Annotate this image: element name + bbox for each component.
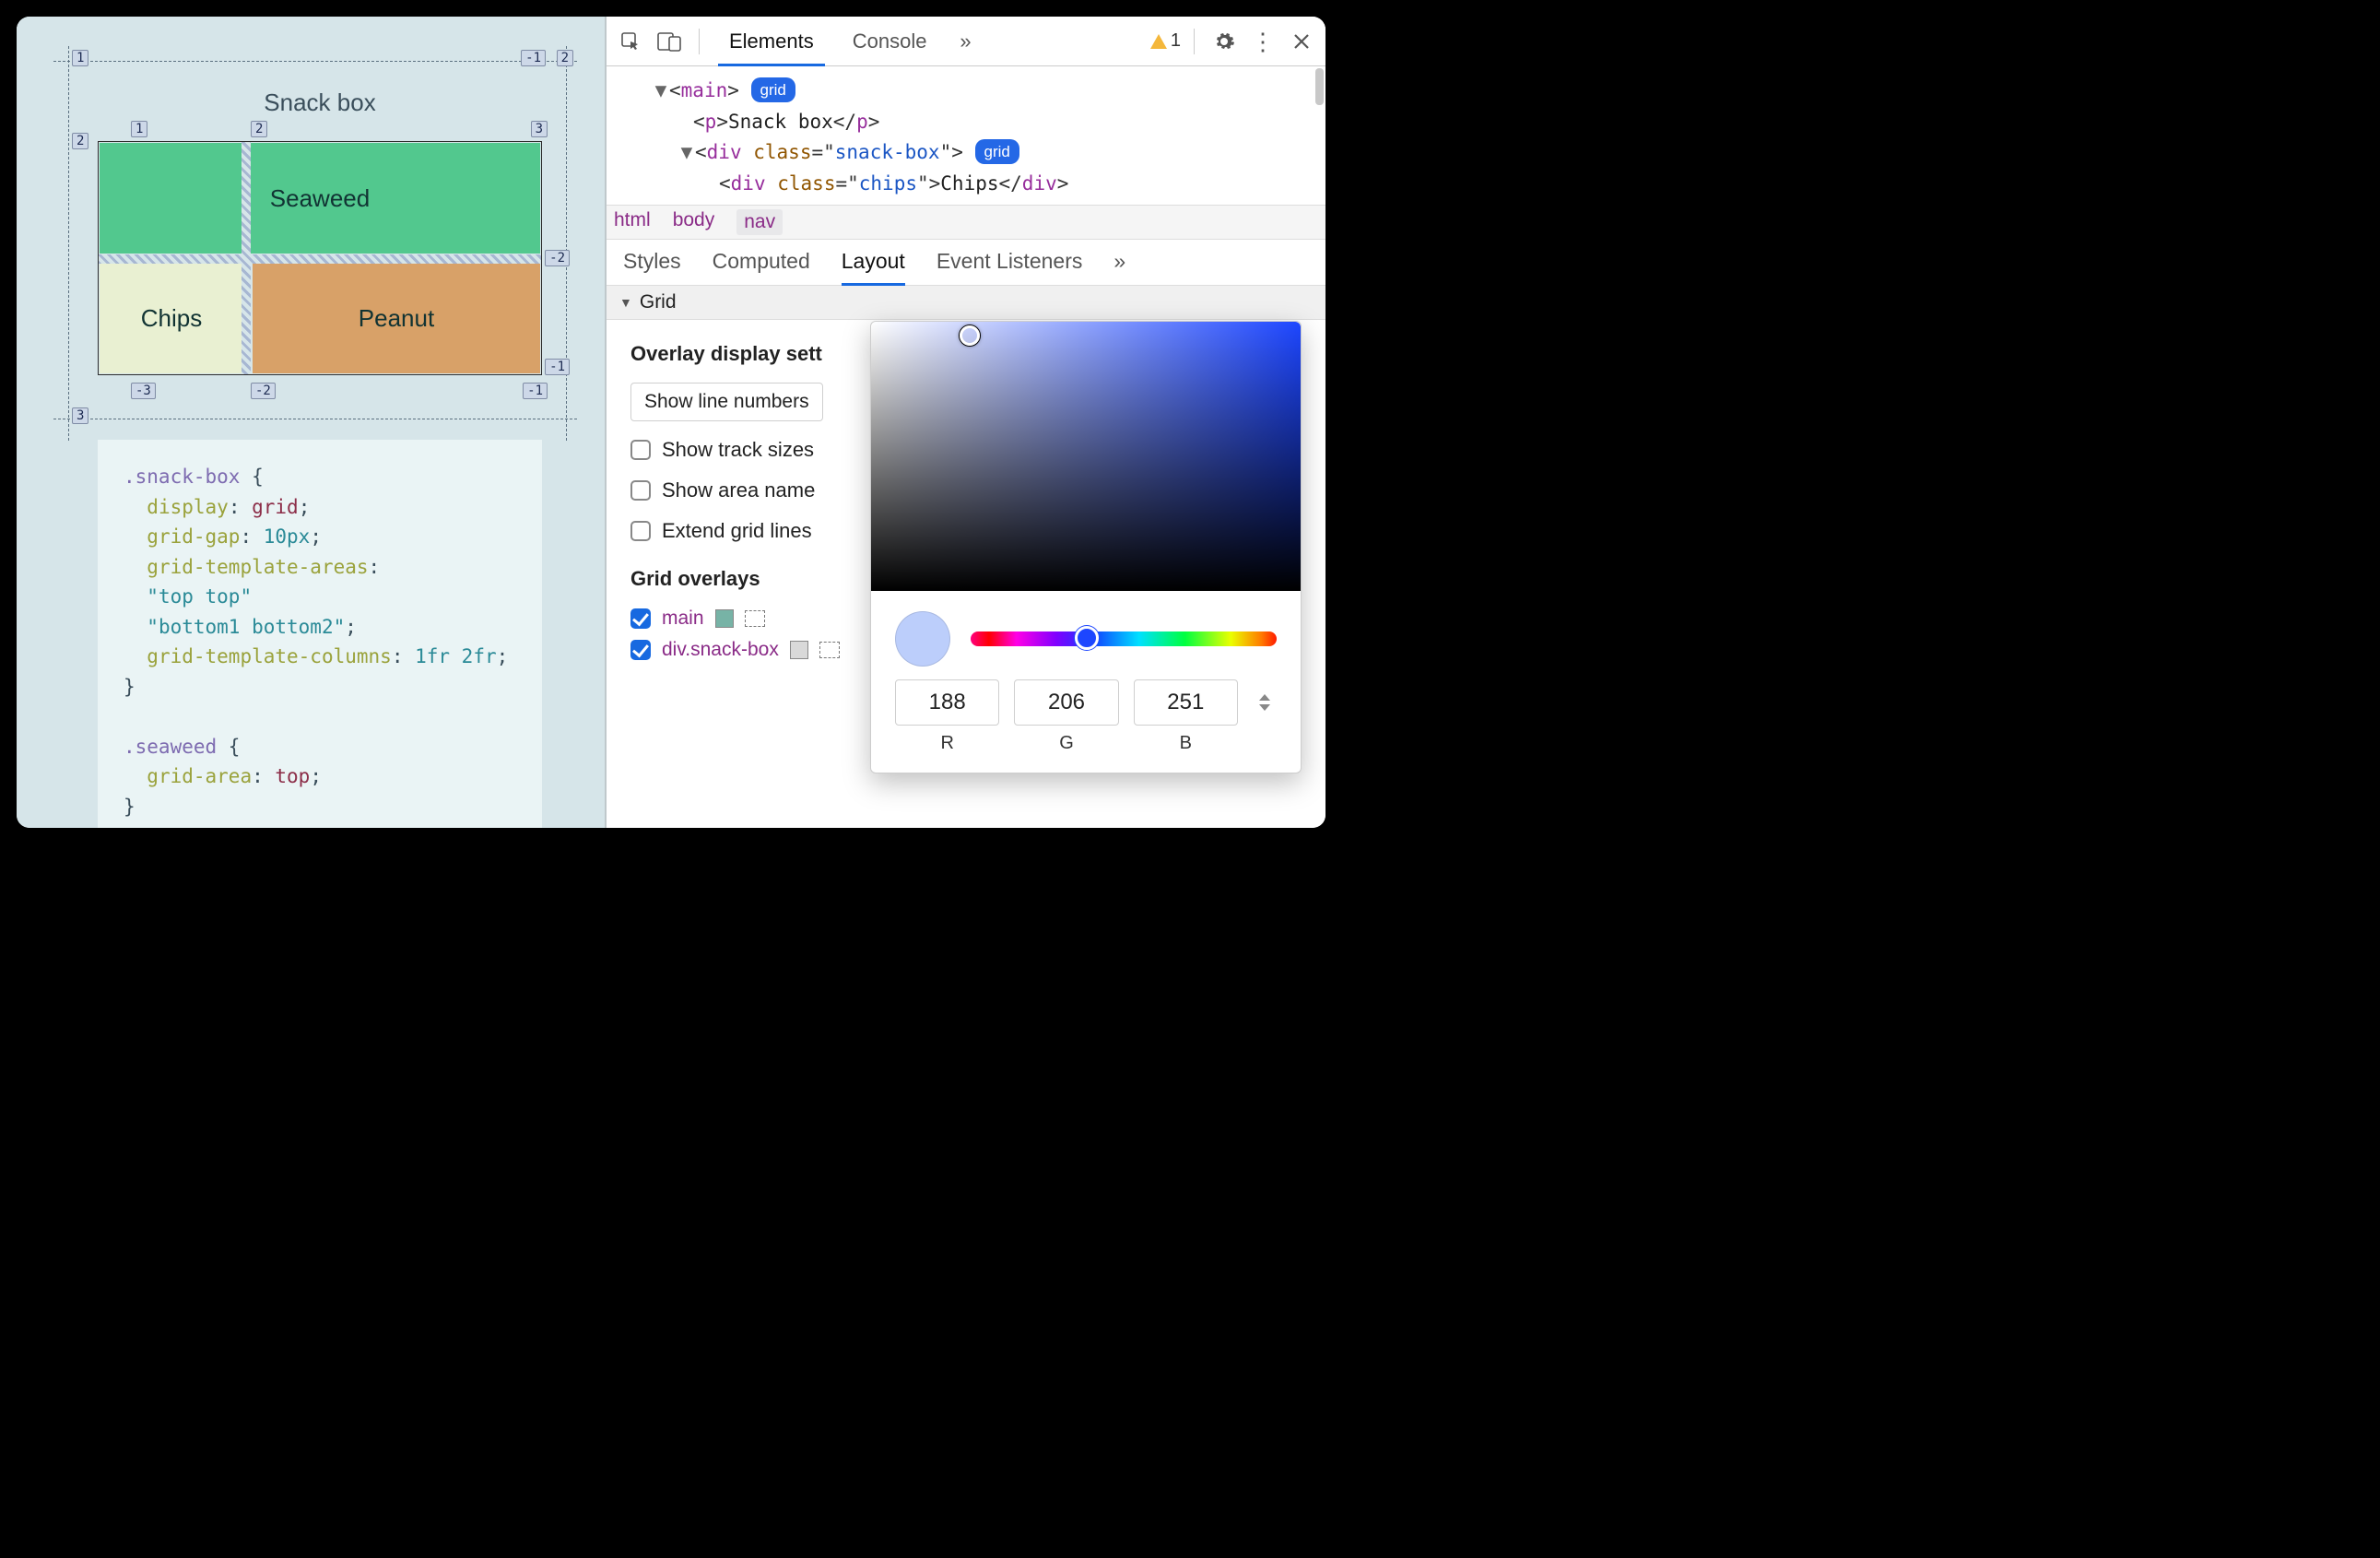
devtools-toolbar: Elements Console » 1 ⋮ — [607, 17, 1325, 66]
grid-line-label: -3 — [131, 383, 156, 399]
current-color-swatch[interactable] — [895, 611, 950, 667]
checkbox-extend-lines[interactable] — [630, 521, 651, 541]
label-area-names: Show area name — [662, 478, 815, 502]
grid-line-label: 2 — [251, 121, 267, 137]
grid-line-label: 3 — [531, 121, 548, 137]
section-grid-header[interactable]: ▼ Grid — [607, 286, 1325, 320]
demo-title: Snack box — [98, 89, 542, 117]
label-track-sizes: Show track sizes — [662, 438, 814, 462]
breadcrumb-item[interactable]: body — [673, 209, 715, 235]
highlight-icon[interactable] — [819, 642, 840, 658]
tab-elements[interactable]: Elements — [713, 17, 831, 65]
inspect-icon[interactable] — [614, 25, 647, 58]
hue-slider[interactable] — [971, 631, 1277, 646]
color-mode-switch[interactable] — [1253, 679, 1277, 711]
css-code-block: .snack-box { display: grid; grid-gap: 10… — [98, 440, 542, 828]
highlight-icon[interactable] — [745, 610, 765, 627]
disclosure-triangle-icon: ▼ — [619, 295, 632, 310]
r-label: R — [895, 733, 999, 754]
more-tabs-icon[interactable]: » — [1113, 249, 1125, 276]
device-toggle-icon[interactable] — [653, 25, 686, 58]
warning-count: 1 — [1171, 30, 1181, 52]
warning-icon — [1150, 34, 1167, 49]
tab-styles[interactable]: Styles — [623, 249, 681, 276]
checkbox-overlay-main[interactable] — [630, 608, 651, 629]
b-label: B — [1134, 733, 1238, 754]
grid-cell-seaweed: Seaweed — [100, 143, 540, 254]
close-icon[interactable] — [1285, 25, 1318, 58]
devtools-panel: Elements Console » 1 ⋮ ▼<main — [607, 17, 1325, 828]
grid-badge[interactable]: grid — [751, 77, 795, 102]
section-title: Grid — [640, 291, 677, 313]
dom-tree[interactable]: ▼<main> grid <p>Snack box</p> ▼<div clas… — [607, 66, 1325, 205]
tab-computed[interactable]: Computed — [713, 249, 810, 276]
rendered-viewport: 1 -1 2 2 3 Snack box 1 2 3 2 -2 3 -3 -2 … — [17, 17, 607, 828]
grid-line-label: -2 — [251, 383, 276, 399]
overlay-element-label[interactable]: div.snack-box — [662, 639, 779, 661]
grid-line-label: 1 — [131, 121, 147, 137]
color-swatch[interactable] — [715, 609, 734, 628]
b-input[interactable] — [1134, 679, 1238, 726]
tab-layout[interactable]: Layout — [842, 249, 905, 286]
checkbox-area-names[interactable] — [630, 480, 651, 501]
line-numbers-select[interactable]: Show line numbers — [630, 383, 823, 421]
warnings-badge[interactable]: 1 — [1150, 30, 1181, 52]
more-tabs-icon[interactable]: » — [948, 25, 982, 58]
breadcrumb[interactable]: html body nav — [607, 205, 1325, 240]
kebab-icon[interactable]: ⋮ — [1246, 25, 1279, 58]
breadcrumb-item[interactable]: nav — [736, 209, 783, 235]
color-picker-popover[interactable]: R G B — [870, 321, 1302, 773]
checkbox-track-sizes[interactable] — [630, 440, 651, 460]
hue-thumb[interactable] — [1075, 626, 1099, 650]
g-label: G — [1014, 733, 1118, 754]
sv-thumb[interactable] — [960, 325, 980, 346]
tab-console[interactable]: Console — [836, 17, 944, 65]
overlay-element-label[interactable]: main — [662, 608, 704, 630]
sv-plane[interactable] — [871, 322, 1301, 591]
grid-badge[interactable]: grid — [975, 139, 1019, 164]
grid-cell-chips: Chips — [100, 263, 243, 373]
breadcrumb-item[interactable]: html — [614, 209, 651, 235]
grid-cell-peanut: Peanut — [253, 263, 540, 373]
label-extend-lines: Extend grid lines — [662, 519, 812, 543]
g-input[interactable] — [1014, 679, 1118, 726]
grid-line-label: -1 — [523, 383, 548, 399]
color-swatch[interactable] — [790, 641, 808, 659]
checkbox-overlay-snackbox[interactable] — [630, 640, 651, 660]
tab-event-listeners[interactable]: Event Listeners — [937, 249, 1083, 276]
r-input[interactable] — [895, 679, 999, 726]
snack-box-grid: Seaweed Chips Peanut — [98, 141, 542, 375]
gear-icon[interactable] — [1208, 25, 1241, 58]
scrollbar-thumb[interactable] — [1315, 68, 1324, 105]
styles-tab-strip: Styles Computed Layout Event Listeners » — [607, 240, 1325, 286]
